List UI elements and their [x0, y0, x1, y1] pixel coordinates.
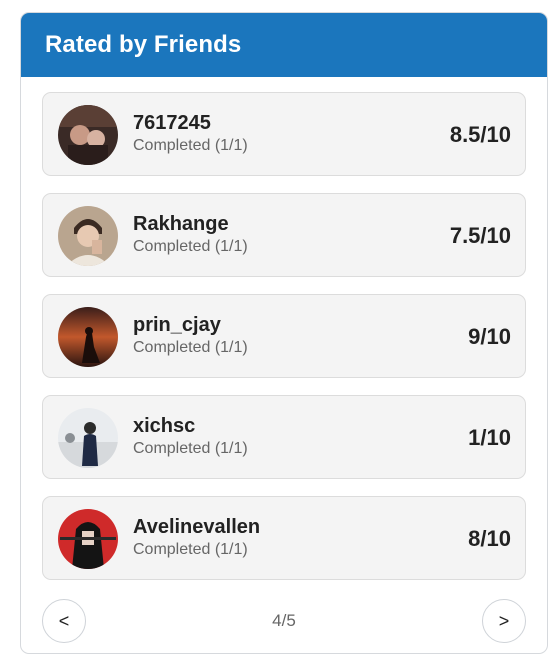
rated-by-friends-panel: Rated by Friends 7617245 Completed (1/1)… [20, 12, 548, 654]
completion-status: Completed (1/1) [133, 541, 248, 558]
user-name[interactable]: Rakhange [133, 213, 229, 236]
rating-card[interactable]: prin_cjay Completed (1/1) 9/10 [42, 294, 526, 378]
user-name[interactable]: prin_cjay [133, 314, 221, 337]
user-avatar[interactable] [58, 105, 118, 165]
completion-status: Completed (1/1) [133, 339, 248, 356]
pagination: < 4/5 > [42, 599, 526, 653]
rating-card[interactable]: Avelinevallen Completed (1/1) 8/10 [42, 496, 526, 580]
user-name[interactable]: 7617245 [133, 112, 211, 135]
rating-score: 1/10 [468, 425, 511, 450]
user-avatar[interactable] [58, 408, 118, 468]
rating-card[interactable]: Rakhange Completed (1/1) 7.5/10 [42, 193, 526, 277]
panel-title: Rated by Friends [21, 13, 547, 77]
next-page-button[interactable]: > [482, 599, 526, 643]
rating-score: 8.5/10 [449, 122, 511, 147]
completion-status: Completed (1/1) [133, 440, 248, 457]
rating-score: 9/10 [468, 324, 511, 349]
page-indicator: 4/5 [272, 611, 296, 630]
user-name[interactable]: Avelinevallen [133, 516, 260, 539]
completion-status: Completed (1/1) [133, 137, 248, 154]
rating-score: 7.5/10 [449, 223, 511, 248]
rating-score: 8/10 [468, 526, 511, 551]
ratings-list: 7617245 Completed (1/1) 8.5/10 Rakhange … [42, 92, 526, 597]
user-avatar[interactable] [58, 509, 118, 569]
rating-card[interactable]: 7617245 Completed (1/1) 8.5/10 [42, 92, 526, 176]
user-avatar[interactable] [58, 206, 118, 266]
user-name[interactable]: xichsc [133, 415, 195, 438]
completion-status: Completed (1/1) [133, 238, 248, 255]
user-avatar[interactable] [58, 307, 118, 367]
rating-card[interactable]: xichsc Completed (1/1) 1/10 [42, 395, 526, 479]
